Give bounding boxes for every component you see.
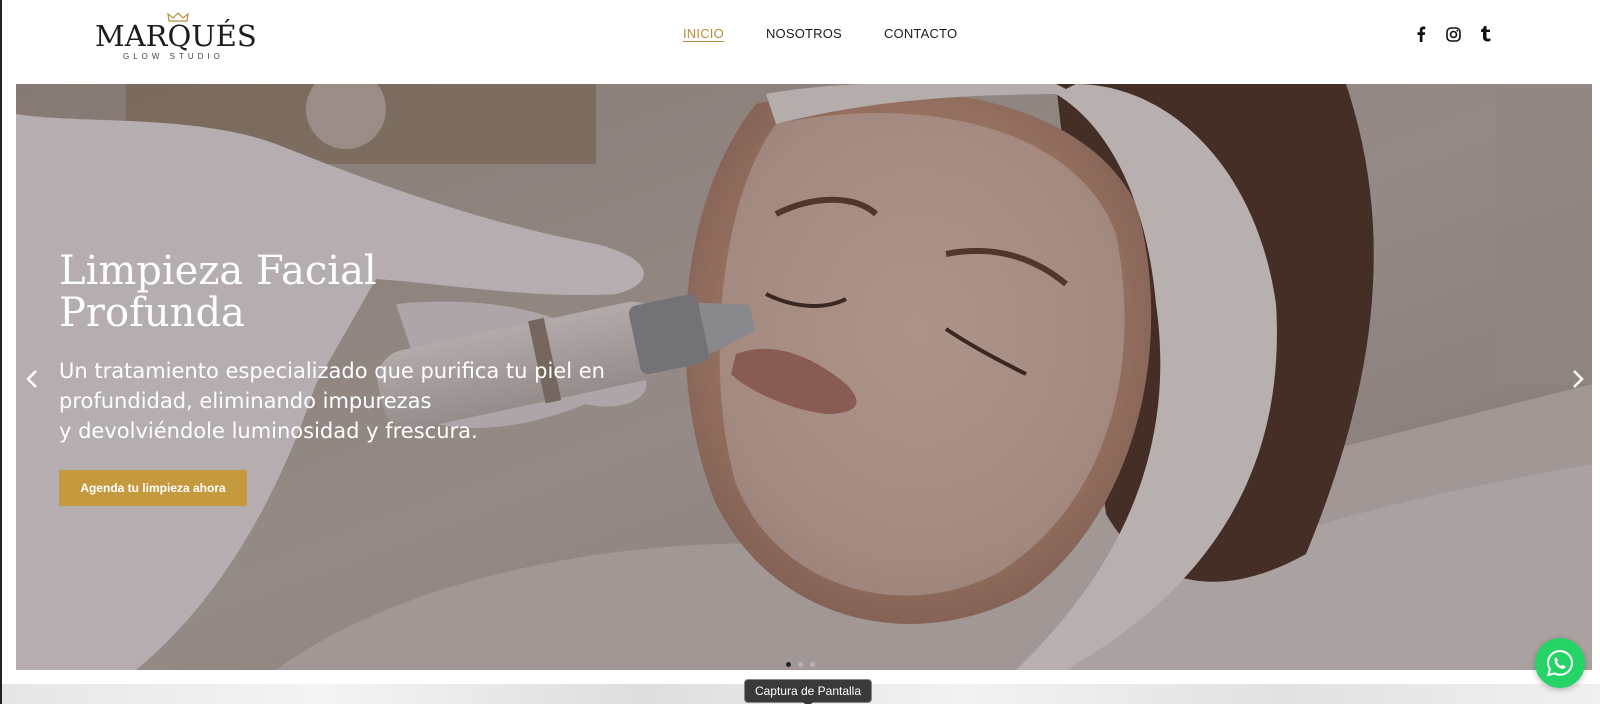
hero-title-line-1: Limpieza Facial (59, 248, 377, 294)
slider-prev-arrow[interactable] (20, 364, 44, 394)
slider-dot-3[interactable] (810, 662, 815, 667)
slider-dots (786, 662, 815, 667)
main-nav: INICIO NOSOTROS CONTACTO (683, 26, 999, 41)
nav-item-contacto[interactable]: CONTACTO (884, 26, 957, 41)
page: MARQUÉS GLOW STUDIO INICIO NOSOTROS CONT… (0, 0, 1600, 704)
facebook-icon[interactable] (1412, 25, 1430, 43)
brand-name: MARQUÉS (95, 19, 257, 53)
book-cleaning-button[interactable]: Agenda tu limpieza ahora (59, 470, 247, 506)
hero-title: Limpieza Facial Profunda (59, 250, 659, 334)
screenshot-tooltip: Captura de Pantalla (744, 679, 872, 704)
slider-dot-2[interactable] (798, 662, 803, 667)
chevron-right-icon (1573, 370, 1584, 388)
whatsapp-icon (1546, 649, 1574, 677)
whatsapp-button[interactable] (1535, 638, 1585, 688)
hero-description: Un tratamiento especializado que purific… (59, 356, 659, 446)
instagram-icon[interactable] (1444, 25, 1462, 43)
hero-text-line-3: y devolviéndole luminosidad y frescura. (59, 419, 478, 443)
chevron-left-icon (26, 370, 37, 388)
hero-slider: Limpieza Facial Profunda Un tratamiento … (16, 84, 1592, 670)
slider-dot-1[interactable] (786, 662, 791, 667)
hero-title-line-2: Profunda (59, 290, 245, 336)
hero-text-line-2: profundidad, eliminando impurezas (59, 389, 432, 413)
site-header: MARQUÉS GLOW STUDIO INICIO NOSOTROS CONT… (2, 0, 1600, 84)
hero-text-line-1: Un tratamiento especializado que purific… (59, 359, 605, 383)
brand-tagline: GLOW STUDIO (123, 52, 224, 61)
social-links (1412, 25, 1494, 43)
brand-logo[interactable]: MARQUÉS GLOW STUDIO (95, 12, 257, 61)
nav-item-inicio[interactable]: INICIO (683, 26, 724, 41)
slider-next-arrow[interactable] (1566, 364, 1590, 394)
nav-item-nosotros[interactable]: NOSOTROS (766, 26, 842, 41)
tumblr-icon[interactable] (1476, 25, 1494, 43)
